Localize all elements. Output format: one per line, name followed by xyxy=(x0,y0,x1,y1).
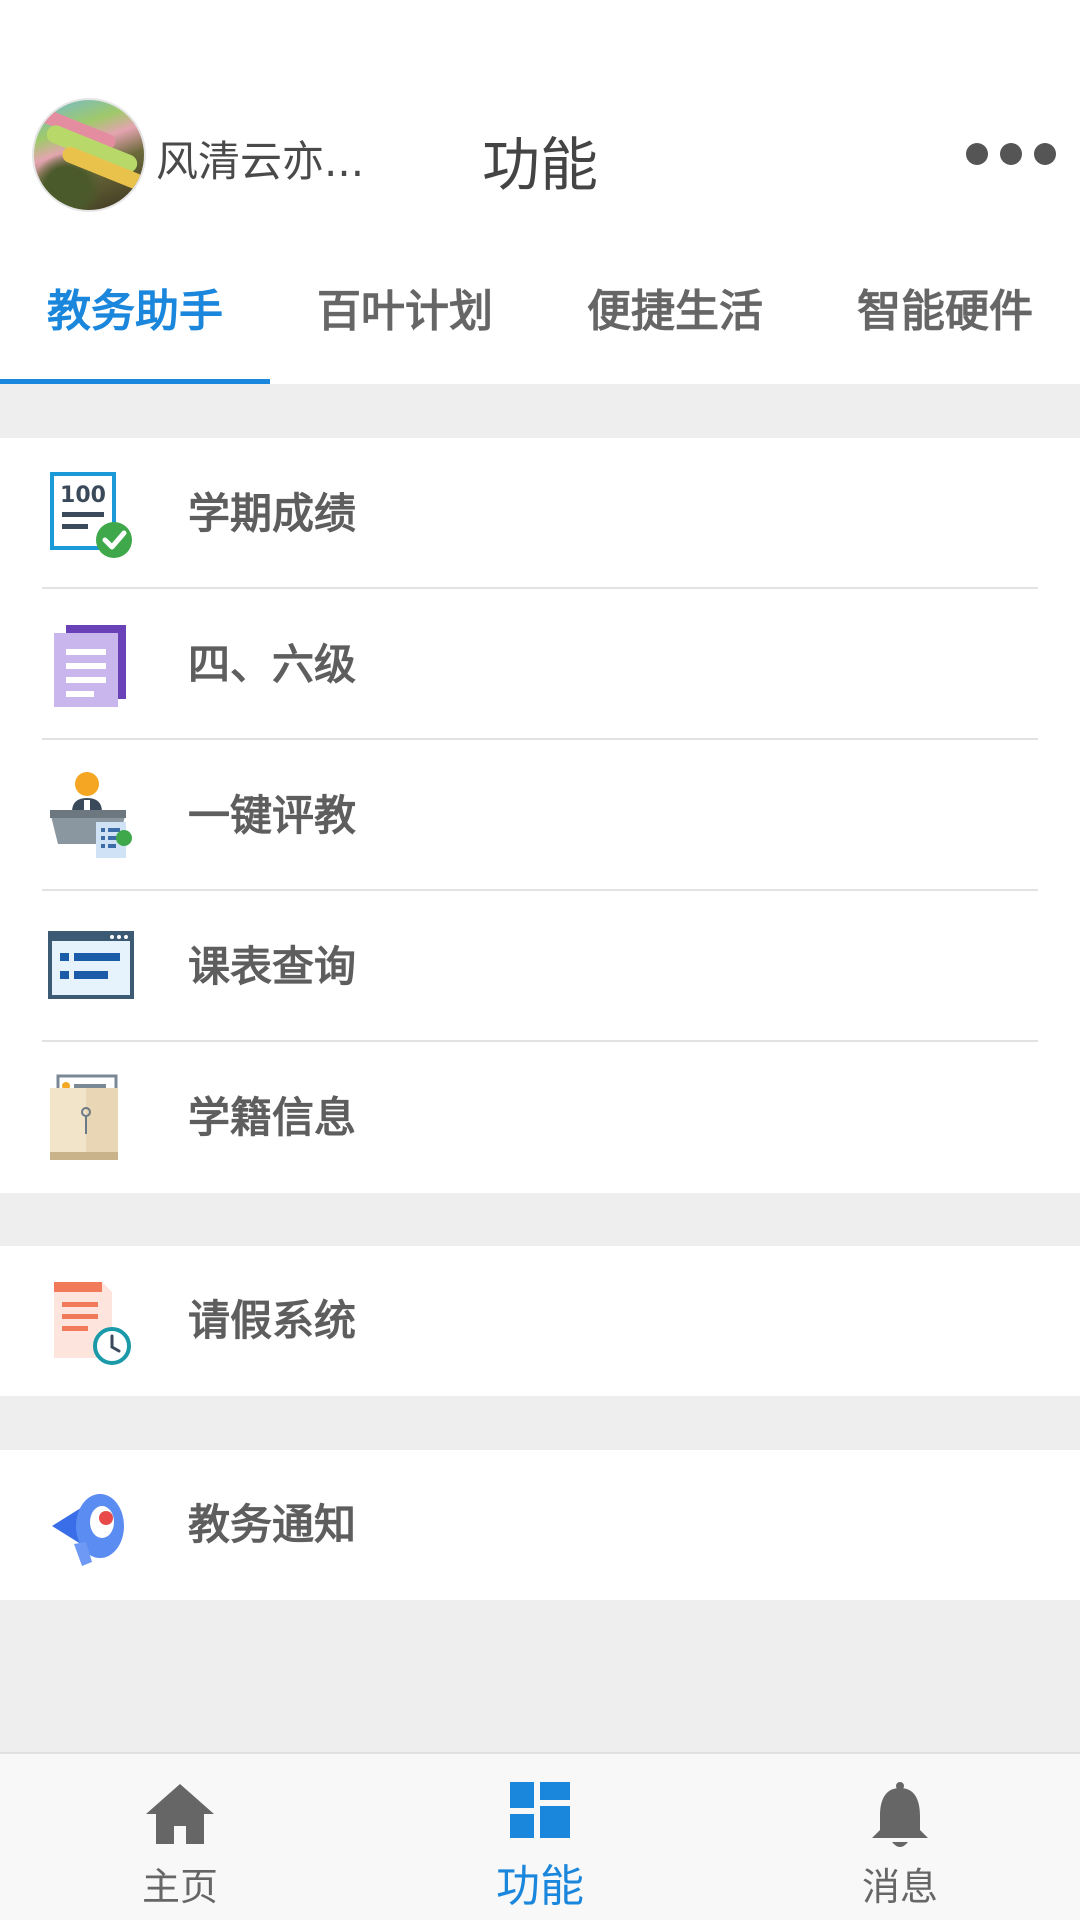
category-tabs: 教务助手 百叶计划 便捷生活 智能硬件 xyxy=(0,260,1080,385)
teacher-evaluation-icon xyxy=(50,772,132,858)
megaphone-icon xyxy=(52,1494,124,1566)
list-item[interactable]: 一键评教 xyxy=(0,740,1080,891)
nav-functions[interactable]: 功能 xyxy=(360,1754,720,1922)
list-group-academic: 100 学期成绩 四、六级 一键评教 课表查询 学籍信息 xyxy=(0,438,1080,1193)
list-item[interactable]: 学籍信息 xyxy=(0,1042,1080,1193)
list-item-label: 学籍信息 xyxy=(188,1093,357,1142)
nav-label: 消息 xyxy=(861,1865,938,1909)
list-item-label: 四、六级 xyxy=(188,640,357,689)
top-header: 风清云亦... 功能 xyxy=(0,0,1080,245)
grid-dashboard-icon xyxy=(510,1782,570,1838)
list-item-label: 请假系统 xyxy=(188,1296,357,1345)
list-item[interactable]: 四、六级 xyxy=(0,589,1080,740)
student-file-folder-icon xyxy=(50,1074,118,1160)
list-item[interactable]: 请假系统 xyxy=(0,1246,1080,1396)
nav-label: 主页 xyxy=(141,1865,218,1909)
schedule-window-icon xyxy=(48,931,134,999)
home-icon xyxy=(146,1784,214,1844)
list-item[interactable]: 100 学期成绩 xyxy=(0,438,1080,589)
cet-document-icon xyxy=(54,625,126,707)
list-item-label: 学期成绩 xyxy=(188,489,357,538)
bottom-navigation: 主页 功能 消息 xyxy=(0,1752,1080,1920)
list-group-notice: 教务通知 xyxy=(0,1450,1080,1600)
list-item[interactable]: 教务通知 xyxy=(0,1450,1080,1600)
nav-home[interactable]: 主页 xyxy=(0,1754,360,1922)
list-group-leave: 请假系统 xyxy=(0,1246,1080,1396)
tab-zhineng[interactable]: 智能硬件 xyxy=(810,260,1080,384)
tab-bianjie[interactable]: 便捷生活 xyxy=(540,260,810,384)
leave-clock-document-icon xyxy=(54,1282,131,1365)
more-options-icon[interactable] xyxy=(962,143,1072,173)
tab-jiaowu[interactable]: 教务助手 xyxy=(0,260,270,384)
page-title: 功能 xyxy=(481,131,598,199)
tab-baiye[interactable]: 百叶计划 xyxy=(270,260,540,384)
nav-messages[interactable]: 消息 xyxy=(720,1754,1080,1922)
list-item-label: 教务通知 xyxy=(188,1500,357,1549)
list-item-label: 课表查询 xyxy=(188,942,357,991)
nav-label: 功能 xyxy=(496,1861,584,1912)
list-item-label: 一键评教 xyxy=(188,791,357,840)
list-item[interactable]: 课表查询 xyxy=(0,891,1080,1042)
bell-icon xyxy=(872,1782,928,1847)
svg-text:100: 100 xyxy=(60,483,106,508)
score-report-icon: 100 xyxy=(50,472,132,558)
